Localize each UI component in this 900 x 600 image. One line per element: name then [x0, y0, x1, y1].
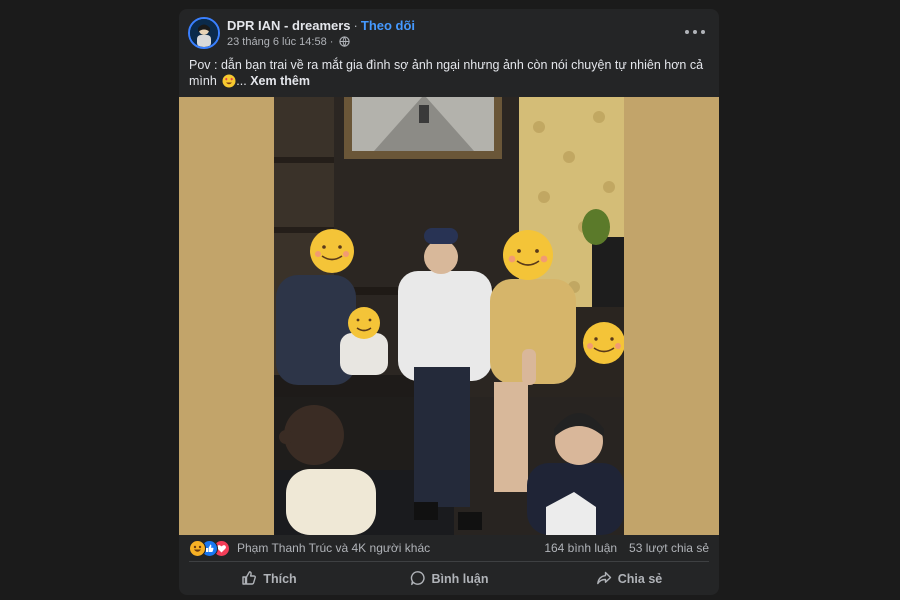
- comment-label: Bình luận: [431, 572, 489, 586]
- like-button[interactable]: Thích: [179, 564, 359, 594]
- post-actions: Thích Bình luận Chia sẻ: [179, 564, 719, 594]
- post-timestamp[interactable]: 23 tháng 6 lúc 14:58: [227, 36, 327, 48]
- heart-eyes-face-emoji: [222, 74, 236, 92]
- action-divider: [189, 561, 709, 562]
- caption-ellipsis: ...: [236, 74, 247, 88]
- comments-count[interactable]: 164 bình luận: [544, 541, 617, 555]
- follow-button[interactable]: Theo dõi: [361, 18, 415, 33]
- post-photo[interactable]: [274, 97, 624, 535]
- post-header: DPR IAN - dreamers · Theo dõi 23 tháng 6 l…: [179, 9, 719, 57]
- more-options-button[interactable]: [683, 23, 707, 41]
- shares-count[interactable]: 53 lượt chia sẻ: [629, 541, 709, 555]
- haha-icon: [189, 540, 206, 557]
- separator: ·: [353, 18, 358, 33]
- post-caption: Pov : dẫn bạn trai về ra mắt gia đình sợ…: [189, 57, 704, 92]
- globe-icon: [339, 36, 351, 50]
- share-arrow-icon: [596, 570, 618, 589]
- reaction-icons[interactable]: [189, 540, 237, 557]
- reactions-summary[interactable]: Phạm Thanh Trúc và 4K người khác: [237, 541, 430, 555]
- share-label: Chia sẻ: [617, 572, 663, 586]
- share-button[interactable]: Chia sẻ: [539, 564, 719, 594]
- comment-bubble-icon: [410, 570, 432, 589]
- page-avatar[interactable]: [188, 17, 220, 49]
- post-media[interactable]: [179, 97, 719, 535]
- page-name[interactable]: DPR IAN - dreamers: [227, 18, 351, 33]
- like-label: Thích: [263, 572, 297, 586]
- thumbs-up-icon: [241, 570, 263, 589]
- reactions-row: Phạm Thanh Trúc và 4K người khác 164 bìn…: [179, 535, 719, 561]
- see-more-link[interactable]: Xem thêm: [250, 74, 310, 88]
- comment-button[interactable]: Bình luận: [359, 564, 539, 594]
- post-card: DPR IAN - dreamers · Theo dõi 23 tháng 6 l…: [179, 9, 719, 595]
